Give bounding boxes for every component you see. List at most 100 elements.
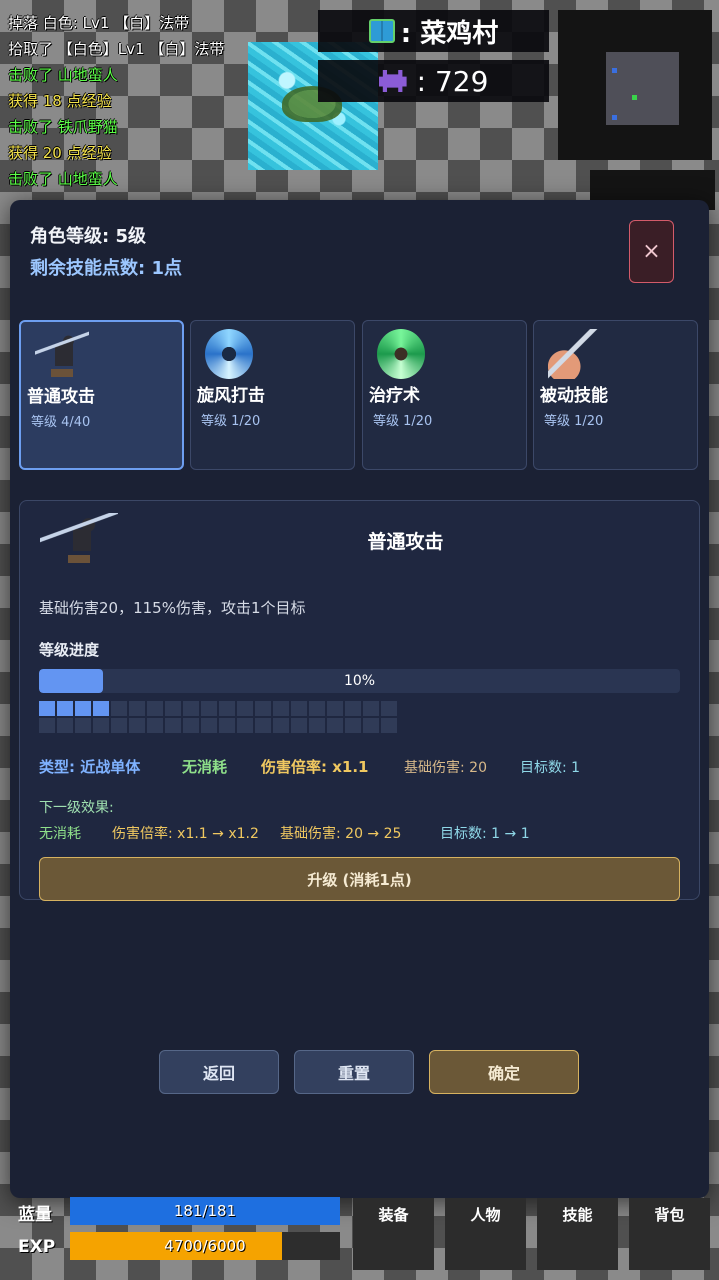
skill-card-passive[interactable]: 被动技能 等级 1/20 [533, 320, 698, 470]
log-line: 获得 20 点经验 [8, 144, 112, 162]
skill-targets: 目标数: 1 [520, 760, 581, 776]
skill-level: 等级 4/40 [31, 415, 91, 430]
log-line: 击败了 山地蛮人 [8, 66, 118, 84]
log-line: 获得 18 点经验 [8, 92, 112, 110]
level-segment [291, 718, 307, 733]
skill-name: 普通攻击 [27, 387, 95, 407]
minimap-player [632, 95, 637, 100]
level-progress-label: 等级进度 [39, 641, 100, 659]
level-segment [57, 701, 73, 716]
invader-icon [378, 70, 407, 92]
level-segment [111, 718, 127, 733]
back-button[interactable]: 返回 [159, 1050, 279, 1094]
level-segment [237, 701, 253, 716]
menu-character-button[interactable]: 人物 [445, 1198, 526, 1270]
close-button[interactable]: × [629, 220, 674, 283]
next-level-label: 下一级效果: [39, 800, 114, 816]
skill-name: 治疗术 [369, 386, 420, 406]
level-segment [165, 718, 181, 733]
level-segment [219, 701, 235, 716]
combat-log: 掉落 白色: Lv1 【白】法带 拾取了 【白色】Lv1 【白】法带 击败了 山… [8, 10, 268, 192]
level-segment [93, 701, 109, 716]
skill-cost: 无消耗 [182, 758, 228, 776]
skill-name: 被动技能 [540, 386, 608, 406]
skill-card-normal-attack[interactable]: 普通攻击 等级 4/40 [19, 320, 184, 470]
book-icon [368, 19, 395, 43]
level-segment [255, 718, 271, 733]
level-segment [237, 718, 253, 733]
level-segments [39, 701, 399, 733]
location-panel: : 菜鸡村 [318, 10, 549, 52]
skill-card-whirlwind[interactable]: 旋风打击 等级 1/20 [190, 320, 355, 470]
menu-equipment-button[interactable]: 装备 [353, 1198, 434, 1270]
skill-level: 等级 1/20 [201, 414, 261, 429]
level-segment [363, 701, 379, 716]
log-line: 拾取了 【白色】Lv1 【白】法带 [8, 40, 225, 58]
skill-level: 等级 1/20 [544, 414, 604, 429]
skill-multiplier: 伤害倍率: x1.1 [261, 758, 369, 776]
skill-card-heal[interactable]: 治疗术 等级 1/20 [362, 320, 527, 470]
level-segment [75, 718, 91, 733]
skills-dialog: 角色等级: 5级 剩余技能点数: 1点 × 普通攻击 等级 4/40 旋风打击 … [10, 200, 709, 1198]
level-segment [111, 701, 127, 716]
level-segment [273, 701, 289, 716]
level-segment [327, 701, 343, 716]
level-segment [219, 718, 235, 733]
mana-bar: 181/181 [70, 1197, 340, 1225]
level-segment [345, 718, 361, 733]
exp-bar: 4700/6000 [70, 1232, 340, 1260]
skill-type: 类型: 近战单体 [39, 758, 141, 776]
next-targets: 目标数: 1 → 1 [440, 826, 530, 842]
level-segment [255, 701, 271, 716]
next-multiplier: 伤害倍率: x1.1 → x1.2 [112, 826, 259, 842]
level-segment [201, 701, 217, 716]
minimap-area [606, 52, 679, 125]
mana-value: 181/181 [173, 1202, 237, 1220]
minimap-marker [612, 68, 617, 73]
level-segment [39, 701, 55, 716]
level-segment [309, 701, 325, 716]
level-segment [309, 718, 325, 733]
exp-label: EXP [18, 1237, 56, 1257]
reset-button[interactable]: 重置 [294, 1050, 414, 1094]
skill-detail-title: 普通攻击 [367, 531, 444, 553]
skill-name: 旋风打击 [197, 386, 265, 406]
level-segment [273, 718, 289, 733]
whirlwind-icon [205, 329, 253, 379]
exp-value: 4700/6000 [164, 1237, 246, 1255]
level-segment [327, 718, 343, 733]
confirm-button[interactable]: 确定 [429, 1050, 579, 1094]
level-segment [147, 718, 163, 733]
minimap-marker [612, 115, 617, 120]
menu-inventory-button[interactable]: 背包 [629, 1198, 710, 1270]
level-segment [201, 718, 217, 733]
level-progress-text: 10% [343, 673, 376, 689]
log-line: 击败了 铁爪野猫 [8, 118, 118, 136]
kill-count: : 729 [416, 64, 489, 98]
minimap[interactable] [558, 10, 712, 160]
upgrade-button[interactable]: 升级 (消耗1点) [39, 857, 680, 901]
ninja-slash-icon [35, 330, 89, 380]
level-segment [129, 701, 145, 716]
level-segment [165, 701, 181, 716]
arm-sword-icon [548, 329, 602, 379]
log-line: 掉落 白色: Lv1 【白】法带 [8, 14, 190, 32]
log-line: 击败了 山地蛮人 [8, 170, 118, 188]
menu-skills-button[interactable]: 技能 [537, 1198, 618, 1270]
level-segment [381, 718, 397, 733]
skill-points-remaining: 剩余技能点数: 1点 [30, 258, 182, 279]
heal-icon [377, 329, 425, 379]
skill-base-damage: 基础伤害: 20 [404, 760, 487, 776]
location-name: : 菜鸡村 [400, 18, 499, 49]
level-segment [183, 718, 199, 733]
skill-level: 等级 1/20 [373, 414, 433, 429]
level-progress-bar: 10% [39, 669, 680, 693]
next-base-damage: 基础伤害: 20 → 25 [280, 826, 402, 842]
kill-counter: : 729 [318, 60, 549, 102]
close-icon: × [642, 239, 661, 264]
skill-description: 基础伤害20，115%伤害，攻击1个目标 [39, 599, 306, 617]
level-segment [363, 718, 379, 733]
level-segment [183, 701, 199, 716]
character-level: 角色等级: 5级 [30, 226, 146, 247]
level-segment [345, 701, 361, 716]
